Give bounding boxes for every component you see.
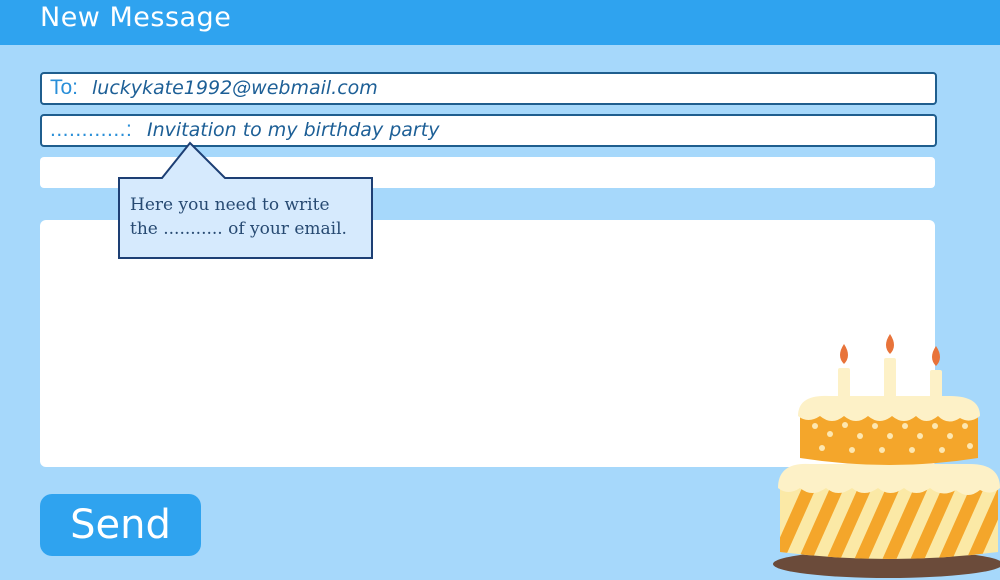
tooltip-line-2: the ........... of your email. <box>130 219 347 239</box>
tooltip-line-1: Here you need to write <box>130 195 330 215</box>
to-label: To: <box>50 76 79 99</box>
to-value[interactable]: luckykate1992@webmail.com <box>92 77 378 99</box>
to-field[interactable]: To: luckykate1992@webmail.com <box>40 72 937 105</box>
window-title: New Message <box>40 2 232 33</box>
title-bar: New Message <box>0 0 1000 45</box>
birthday-cake-icon <box>773 334 1000 578</box>
tooltip-text: Here you need to write the ........... o… <box>130 193 365 241</box>
send-button[interactable]: Send <box>40 494 201 556</box>
